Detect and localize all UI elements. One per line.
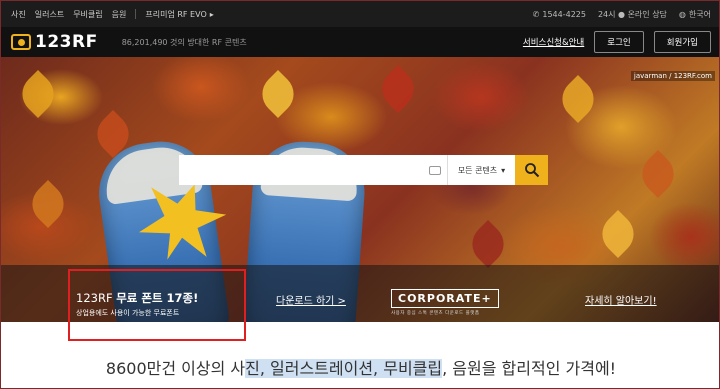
image-search-button[interactable] xyxy=(423,155,447,185)
promo-subtitle: 상업용에도 사용이 가능한 무료폰트 xyxy=(76,309,180,317)
leaf-decoration xyxy=(23,179,73,229)
search-scope-dropdown[interactable]: 모든 콘텐츠 ▾ xyxy=(447,155,515,185)
search-scope-label: 모든 콘텐츠 xyxy=(457,165,498,175)
camera-logo-icon xyxy=(11,34,31,50)
header-actions: 서비스신청&안내 로그인 회원가입 xyxy=(523,31,711,53)
phone-contact[interactable]: ✆ 1544-4225 xyxy=(533,10,586,19)
headline: 8600만건 이상의 사진, 일러스트레이션, 무비클립, 음원을 합리적인 가… xyxy=(1,355,719,379)
download-link[interactable]: 다운로드 하기 > xyxy=(276,292,346,307)
online-chat[interactable]: 24시 ● 온라인 상담 xyxy=(598,9,667,20)
nav-movieclips[interactable]: 무비클립 xyxy=(73,9,102,20)
top-utility-bar: 사진 일러스트 무비클립 음원 프리미엄 RF EVO ▸ ✆ 1544-422… xyxy=(1,1,719,27)
corporate-subtitle: 사용자 중심 스톡 콘텐츠 다운로드 플랫폼 xyxy=(391,311,480,316)
nav-evo-label: 프리미엄 RF EVO xyxy=(145,9,207,19)
leaf-decoration xyxy=(253,69,303,119)
learn-more-link[interactable]: 자세히 알아보기! xyxy=(585,292,657,307)
leaf-decoration xyxy=(463,219,513,269)
phone-icon: ✆ xyxy=(532,9,540,19)
phone-number: 1544-4225 xyxy=(542,9,586,19)
globe-icon: ◍ xyxy=(678,9,686,19)
browser-frame: 사진 일러스트 무비클립 음원 프리미엄 RF EVO ▸ ✆ 1544-422… xyxy=(0,0,720,389)
logo-text: 123RF xyxy=(35,32,98,52)
language-label: 한국어 xyxy=(688,9,711,19)
language-selector[interactable]: ◍ 한국어 xyxy=(679,9,711,20)
signup-button[interactable]: 회원가입 xyxy=(653,31,711,53)
corporate-logo[interactable]: CORPORATE+ xyxy=(391,289,499,308)
headline-post: , 음원을 합리적인 가격에! xyxy=(442,359,617,378)
search-input[interactable] xyxy=(179,155,423,185)
chevron-right-icon: ▸ xyxy=(209,9,214,19)
headline-highlight: 진, 일러스트레이션, 무비클 xyxy=(245,359,428,378)
leaf-decoration xyxy=(553,74,603,124)
nav-illustrations[interactable]: 일러스트 xyxy=(35,9,64,20)
leaf-decoration xyxy=(13,69,63,119)
nav-audio[interactable]: 음원 xyxy=(112,9,127,20)
promo-title[interactable]: 123RF 무료 폰트 17종! xyxy=(76,290,198,306)
image-credit[interactable]: javarman / 123RF.com xyxy=(630,71,715,81)
chevron-down-icon: ▾ xyxy=(501,165,506,175)
nav-divider xyxy=(135,9,137,19)
leaf-decoration xyxy=(593,209,643,259)
top-contact: ✆ 1544-4225 24시 ● 온라인 상담 ◍ 한국어 xyxy=(533,9,711,20)
site-logo[interactable]: 123RF xyxy=(11,32,98,52)
search-icon xyxy=(524,163,539,178)
login-button[interactable]: 로그인 xyxy=(594,31,644,53)
promo-title-bold: 무료 폰트 17종! xyxy=(116,291,199,305)
leaf-decoration xyxy=(373,64,423,114)
leaf-decoration xyxy=(633,149,683,199)
chat-label: 24시 ● 온라인 상담 xyxy=(597,9,667,19)
top-nav: 사진 일러스트 무비클립 음원 프리미엄 RF EVO ▸ xyxy=(11,9,214,20)
search-button[interactable] xyxy=(515,155,548,185)
main-header: 123RF 86,201,490 것의 방대한 RF 콘텐츠 서비스신청&안내 … xyxy=(1,27,719,57)
nav-photos[interactable]: 사진 xyxy=(11,9,26,20)
headline-highlight-2: 립 xyxy=(427,359,443,378)
headline-pre: 8600만건 이상의 사 xyxy=(105,359,246,378)
camera-icon xyxy=(429,165,441,175)
header-tagline: 86,201,490 것의 방대한 RF 콘텐츠 xyxy=(121,37,247,47)
service-link[interactable]: 서비스신청&안내 xyxy=(523,36,584,48)
promo-title-prefix: 123RF xyxy=(76,291,117,305)
nav-evo[interactable]: 프리미엄 RF EVO ▸ xyxy=(145,9,213,20)
search-bar: 모든 콘텐츠 ▾ xyxy=(179,155,548,185)
